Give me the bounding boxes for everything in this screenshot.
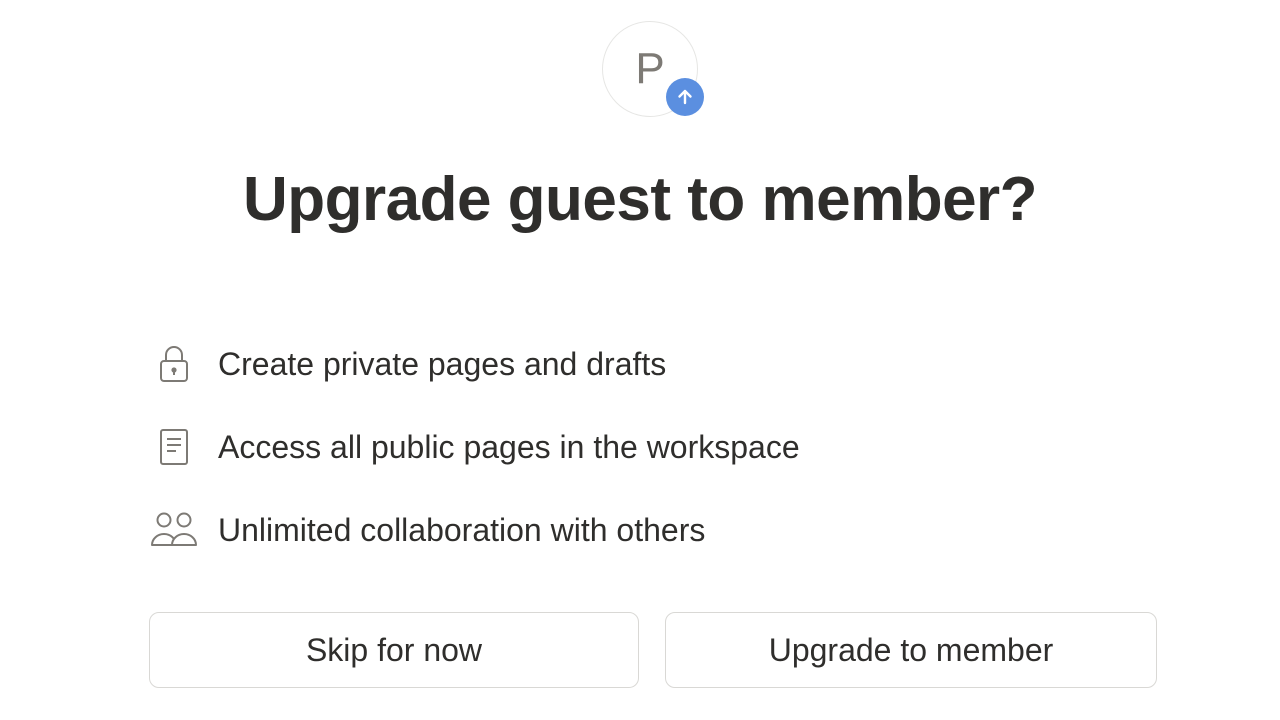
upgrade-badge xyxy=(666,78,704,116)
upgrade-to-member-button[interactable]: Upgrade to member xyxy=(665,612,1157,688)
skip-button[interactable]: Skip for now xyxy=(149,612,639,688)
feature-label: Create private pages and drafts xyxy=(218,346,667,382)
user-avatar-container: P xyxy=(602,21,704,117)
feature-label: Access all public pages in the workspace xyxy=(218,429,800,465)
lock-icon xyxy=(150,340,198,388)
feature-item-collaboration: Unlimited collaboration with others xyxy=(150,500,1150,560)
page-icon xyxy=(150,423,198,471)
people-icon xyxy=(150,506,198,554)
feature-label: Unlimited collaboration with others xyxy=(218,512,706,548)
arrow-up-icon xyxy=(678,89,692,105)
feature-item-private-pages: Create private pages and drafts xyxy=(150,334,1150,394)
upgrade-guest-dialog: P Upgrade guest to member? Create privat… xyxy=(0,0,1280,720)
dialog-title: Upgrade guest to member? xyxy=(242,165,1038,234)
feature-item-public-pages: Access all public pages in the workspace xyxy=(150,417,1150,477)
feature-list: Create private pages and drafts Access a… xyxy=(150,334,1150,583)
avatar-initial: P xyxy=(635,44,665,93)
